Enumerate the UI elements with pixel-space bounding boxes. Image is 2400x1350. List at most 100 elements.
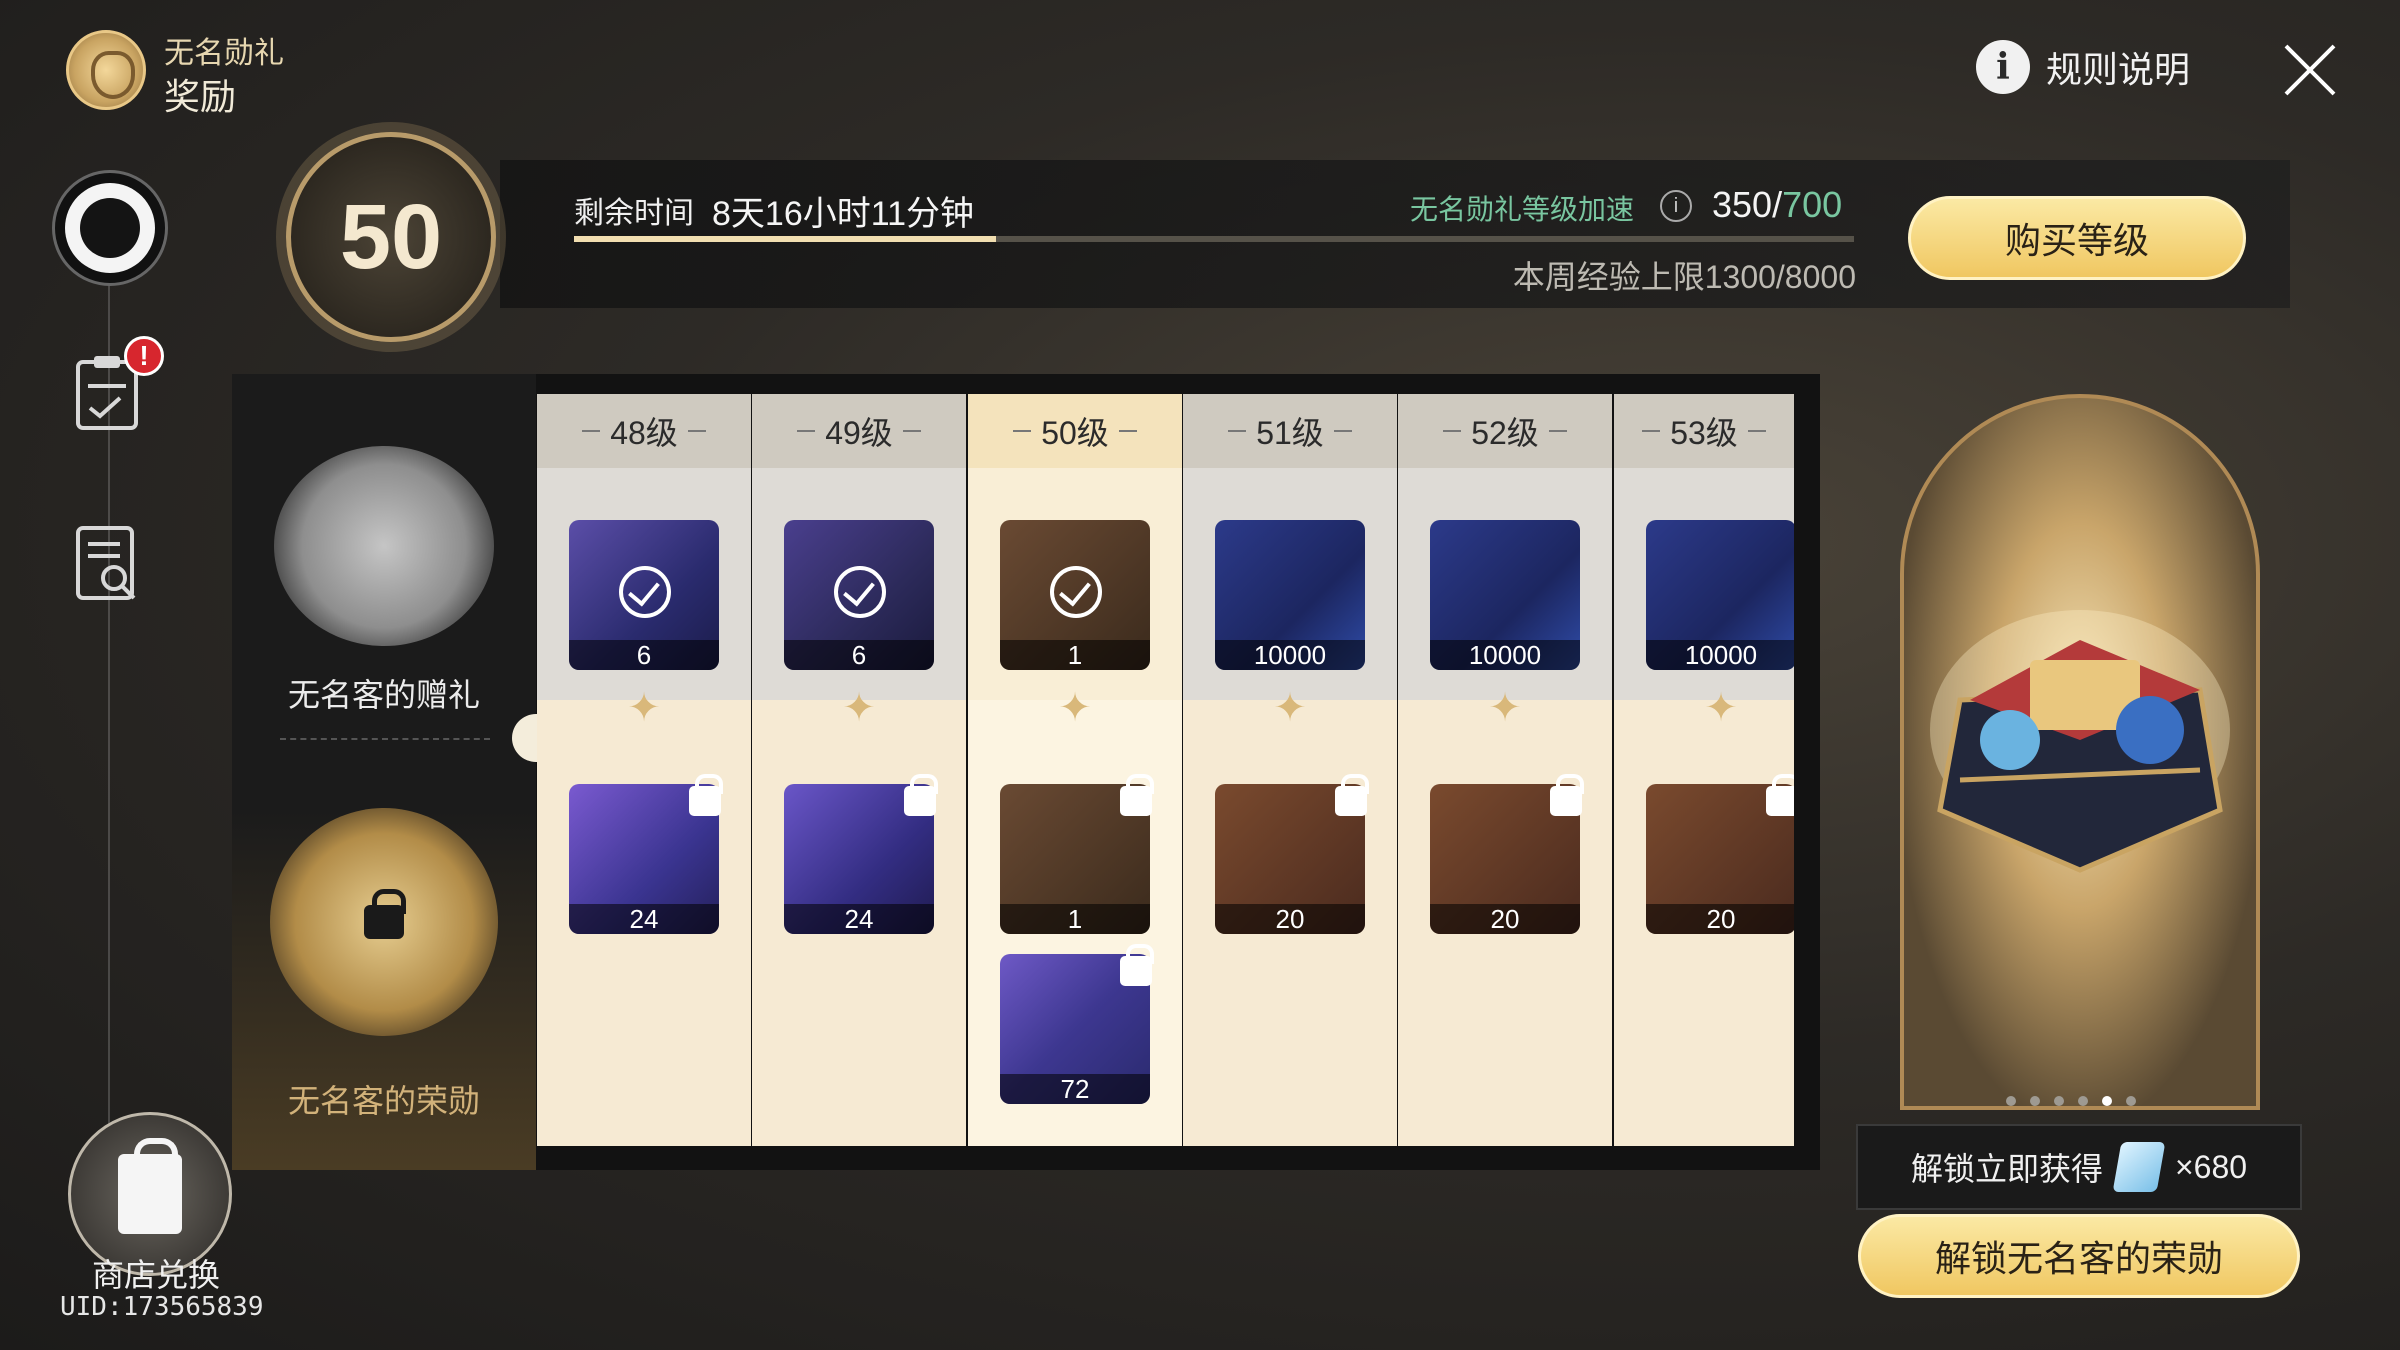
rules-button[interactable]: i 规则说明 [1976, 40, 2190, 94]
time-remaining-value: 8天16小时11分钟 [712, 195, 975, 233]
header-subtitle: 无名勋礼 [164, 37, 284, 70]
reward-quantity: 24 [569, 904, 719, 934]
level-emblem: 50 [286, 132, 496, 342]
level-column: 50级 ✦ 1 1 72 [968, 394, 1182, 1146]
exp-progress-bar [574, 236, 1854, 242]
level-column-header: 48级 [537, 394, 751, 468]
divider-star-icon: ✦ [842, 686, 876, 730]
level-label: 51级 [1256, 415, 1324, 451]
reward-quantity: 24 [784, 904, 934, 934]
reward-quantity: 20 [1430, 904, 1580, 934]
level-column-header: 49级 [752, 394, 966, 468]
level-boost-label: 无名勋礼等级加速 [1410, 194, 1635, 225]
free-track-label: 无名客的赠礼 [287, 677, 480, 713]
carousel-dot[interactable] [2126, 1096, 2136, 1106]
divider-star-icon: ✦ [1704, 686, 1738, 730]
level-column: 49级 ✦ 6 24 [752, 394, 966, 1146]
lock-icon [1766, 774, 1794, 816]
lock-icon [904, 774, 938, 816]
reward-quantity: 1 [1000, 904, 1150, 934]
reward-quantity: 6 [784, 640, 934, 670]
premium-track-emblem-icon [270, 808, 498, 1036]
carousel-dot[interactable] [2054, 1096, 2064, 1106]
divider-star-icon: ✦ [1488, 686, 1522, 730]
level-label: 52级 [1471, 415, 1539, 451]
unlock-bonus-qty: ×680 [2174, 1148, 2248, 1185]
badge-emblem-icon [66, 30, 146, 110]
premium-reward-item[interactable]: 1 [1000, 774, 1154, 934]
uid-label: UID:173565839 [60, 1292, 264, 1322]
level-label: 53级 [1670, 415, 1738, 451]
reward-quantity: 10000 [1215, 640, 1365, 670]
level-column-header: 53级 [1614, 394, 1794, 468]
lock-icon [1120, 944, 1154, 986]
divider-star-icon: ✦ [1273, 686, 1307, 730]
tab-rewards[interactable] [52, 170, 168, 286]
claimed-check-icon [1050, 566, 1102, 618]
track-divider [280, 738, 490, 740]
free-reward-item[interactable]: 1 [1000, 520, 1150, 670]
page-title: 奖励 [164, 76, 237, 117]
claimed-check-icon [619, 566, 671, 618]
divider-star-icon: ✦ [627, 686, 661, 730]
claimed-check-icon [834, 566, 886, 618]
shop-label: 商店兑换 [91, 1257, 220, 1293]
info-icon: i [1976, 40, 2030, 94]
reward-quantity: 10000 [1430, 640, 1580, 670]
time-remaining-label: 剩余时间 [574, 197, 694, 230]
divider-star-icon: ✦ [1058, 686, 1092, 730]
weekly-exp-cap: 本周经验上限1300/8000 [1512, 259, 1856, 295]
info-icon[interactable]: i [1660, 190, 1692, 222]
free-track-emblem-icon [274, 446, 494, 646]
level-column-header: 51级 [1183, 394, 1397, 468]
premium-reward-item[interactable]: 72 [1000, 944, 1154, 1104]
premium-track-label: 无名客的荣勋 [287, 1083, 480, 1119]
level-column: 48级 ✦ 6 24 [537, 394, 751, 1146]
journal-search-icon[interactable] [74, 524, 140, 604]
premium-reward-item[interactable]: 24 [569, 774, 723, 934]
rules-label: 规则说明 [2046, 49, 2191, 90]
lock-icon [364, 889, 406, 939]
lock-icon [689, 774, 723, 816]
level-column: 53级 ✦ 10000 20 [1614, 394, 1794, 1146]
carousel-dot[interactable] [2078, 1096, 2088, 1106]
carousel-dot[interactable] [2102, 1096, 2112, 1106]
premium-reward-item[interactable]: 24 [784, 774, 938, 934]
carousel-dot[interactable] [2006, 1096, 2016, 1106]
exp-progress-fill [574, 236, 997, 242]
free-reward-item[interactable]: 10000 [1215, 520, 1365, 670]
current-level: 50 [339, 185, 443, 288]
premium-reward-item[interactable]: 20 [1646, 774, 1794, 934]
shopping-bag-icon [118, 1138, 182, 1234]
level-label: 50级 [1041, 415, 1109, 451]
alert-badge: ! [124, 336, 164, 376]
close-icon[interactable] [2280, 40, 2340, 100]
level-label: 48级 [610, 415, 678, 451]
reward-quantity: 20 [1215, 904, 1365, 934]
free-reward-item[interactable]: 10000 [1430, 520, 1580, 670]
exp-max: 700 [1782, 184, 1843, 225]
level-column-header: 50级 [968, 394, 1182, 468]
free-reward-item[interactable]: 10000 [1646, 520, 1794, 670]
free-reward-item[interactable]: 6 [784, 520, 934, 670]
level-label: 49级 [825, 415, 893, 451]
lock-icon [1550, 774, 1584, 816]
rewards-tab-icon [65, 183, 155, 273]
premium-reward-item[interactable]: 20 [1215, 774, 1369, 934]
free-reward-item[interactable]: 6 [569, 520, 719, 670]
premium-reward-item[interactable]: 20 [1430, 774, 1584, 934]
reward-quantity: 20 [1646, 904, 1794, 934]
carousel-dot[interactable] [2030, 1096, 2040, 1106]
unlock-premium-button[interactable]: 解锁无名客的荣勋 [1858, 1214, 2300, 1298]
reward-quantity: 6 [569, 640, 719, 670]
treasure-chest-icon [1930, 610, 2230, 873]
exp-value: 350/700 [1712, 184, 1842, 226]
buy-level-button[interactable]: 购买等级 [1908, 196, 2246, 280]
reward-quantity: 1 [1000, 640, 1150, 670]
level-column: 52级 ✦ 10000 20 [1398, 394, 1612, 1146]
lock-icon [1335, 774, 1369, 816]
stellar-jade-icon [2112, 1142, 2166, 1192]
unlock-bonus-label: 解锁立即获得 [1910, 1151, 2103, 1187]
carousel-dots[interactable] [2006, 1096, 2136, 1106]
unlock-bonus-banner: 解锁立即获得 ×680 [1856, 1124, 2302, 1210]
